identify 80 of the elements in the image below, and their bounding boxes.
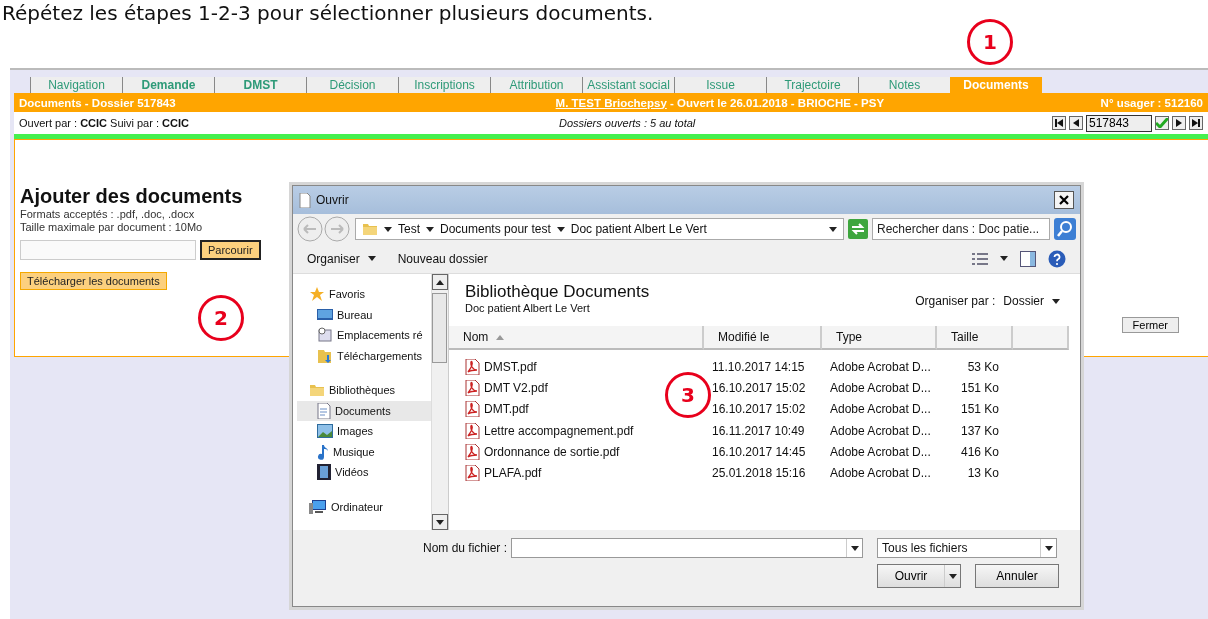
file-size: 13 Ko: [966, 466, 1000, 481]
step-marker: 2: [198, 295, 244, 341]
file-type: Adobe Acrobat D...: [829, 466, 932, 481]
max-size-text: Taille maximale par document : 10Mo: [20, 221, 203, 234]
nav-group[interactable]: Ordinateur: [297, 496, 431, 517]
file-name[interactable]: DMST.pdf: [484, 359, 537, 374]
file-type: Adobe Acrobat D...: [829, 444, 932, 459]
breadcrumb-item[interactable]: Doc patient Albert Le Vert: [570, 222, 707, 236]
open-button[interactable]: Ouvrir: [877, 564, 961, 588]
toolbar-button[interactable]: Organiser: [307, 251, 376, 266]
file-name[interactable]: Ordonnance de sortie.pdf: [484, 444, 620, 459]
nav-item-label: Documents: [335, 404, 391, 417]
search-field[interactable]: Rechercher dans : Doc patie...: [872, 218, 1050, 240]
nav-item-label: Bureau: [337, 308, 373, 321]
instruction-text: Répétez les étapes 1-2-3 pour sélectionner plusieurs documents.: [1, 0, 655, 27]
record-number-field[interactable]: 517843: [1086, 114, 1152, 132]
nav-item-label: Images: [337, 425, 374, 438]
dialog-title: Ouvrir: [316, 193, 349, 207]
patient-info: - Ouvert le 26.01.2018 - BRIOCHE - PSY: [669, 96, 885, 109]
address-bar[interactable]: Test Documents pour test Doc patient Albert Le Vert: [355, 218, 844, 240]
file-size: 151 Ko: [959, 402, 1000, 417]
file-type: Adobe Acrobat D...: [829, 402, 932, 417]
accepted-formats: Formats acceptés : .pdf, .doc, .docx: [20, 208, 195, 221]
file-size: 151 Ko: [959, 380, 1000, 395]
modified-date: 16.10.2017 15:02: [711, 402, 807, 417]
modified-date: 16.11.2017 10:49: [711, 423, 806, 438]
modified-date: 16.10.2017 15:02: [711, 380, 807, 395]
breadcrumb-item[interactable]: Test: [398, 222, 420, 236]
nav-item[interactable]: Musique: [297, 441, 431, 462]
column-header[interactable]: Taille: [937, 326, 1013, 350]
nav-item[interactable]: Téléchargements: [297, 345, 431, 366]
nav-group-label: Bibliothèques: [329, 384, 396, 397]
opened-by-text: Ouvert par : CCIC Suivi par : CCIC: [19, 117, 189, 129]
browse-button[interactable]: Parcourir: [200, 240, 261, 260]
file-size: 137 Ko: [959, 423, 1000, 438]
step-marker: 3: [665, 372, 711, 418]
library-title: Bibliothèque Documents: [465, 282, 650, 302]
step-marker: 1: [967, 19, 1013, 65]
column-header[interactable]: Modifié le: [704, 326, 822, 350]
upload-button[interactable]: Télécharger les documents: [20, 272, 167, 290]
file-type: Adobe Acrobat D...: [829, 423, 932, 438]
column-header[interactable]: Type: [822, 326, 937, 350]
open-files-count: Dossiers ouverts : 5 au total: [558, 117, 696, 129]
arrange-label: Organiser par :: [915, 294, 996, 308]
nav-item[interactable]: Documents: [297, 400, 431, 421]
nav-item[interactable]: Vidéos: [297, 462, 431, 483]
arrange-dropdown[interactable]: Dossier: [1003, 294, 1044, 308]
nav-item[interactable]: Images: [297, 421, 431, 442]
file-type: Adobe Acrobat D...: [829, 359, 932, 374]
column-header[interactable]: Nom: [449, 326, 704, 350]
nav-group[interactable]: Bibliothèques: [297, 380, 431, 401]
file-size: 53 Ko: [966, 359, 1000, 374]
nav-item-label: Musique: [333, 445, 375, 458]
file-name[interactable]: PLAFA.pdf: [484, 466, 542, 481]
file-type: Adobe Acrobat D...: [829, 380, 932, 395]
nav-item-label: Emplacements ré: [337, 329, 423, 342]
nav-item[interactable]: Bureau: [297, 304, 431, 325]
section-title: Ajouter des documents: [20, 185, 243, 208]
breadcrumb-item[interactable]: Documents pour test: [440, 222, 551, 236]
file-name[interactable]: DMT.pdf: [484, 402, 529, 417]
file-name[interactable]: Lettre accompagnement.pdf: [484, 423, 634, 438]
nav-item-label: Vidéos: [335, 466, 369, 479]
cancel-button[interactable]: Annuler: [975, 564, 1059, 588]
close-button[interactable]: Fermer: [1121, 317, 1179, 333]
nav-item-label: Téléchargements: [337, 349, 422, 362]
record-title: Documents - Dossier 517843: [19, 96, 176, 109]
modified-date: 16.10.2017 14:45: [711, 444, 807, 459]
nav-group-label: Favoris: [329, 288, 366, 301]
filename-label: Nom du fichier :: [423, 541, 508, 555]
toolbar-button[interactable]: Nouveau dossier: [397, 251, 488, 266]
modified-date: 11.10.2017 14:15: [711, 359, 806, 374]
file-type-filter[interactable]: Tous les fichiers: [877, 538, 1058, 558]
user-number: N° usager : 512160: [1100, 96, 1203, 109]
file-size: 416 Ko: [959, 444, 1000, 459]
modified-date: 25.01.2018 15:16: [711, 466, 807, 481]
nav-group[interactable]: Favoris: [297, 284, 431, 305]
library-subtitle: Doc patient Albert Le Vert: [465, 302, 591, 314]
nav-item[interactable]: Emplacements ré: [297, 325, 431, 346]
nav-group-label: Ordinateur: [331, 500, 383, 513]
file-name[interactable]: DMT V2.pdf: [484, 380, 548, 395]
